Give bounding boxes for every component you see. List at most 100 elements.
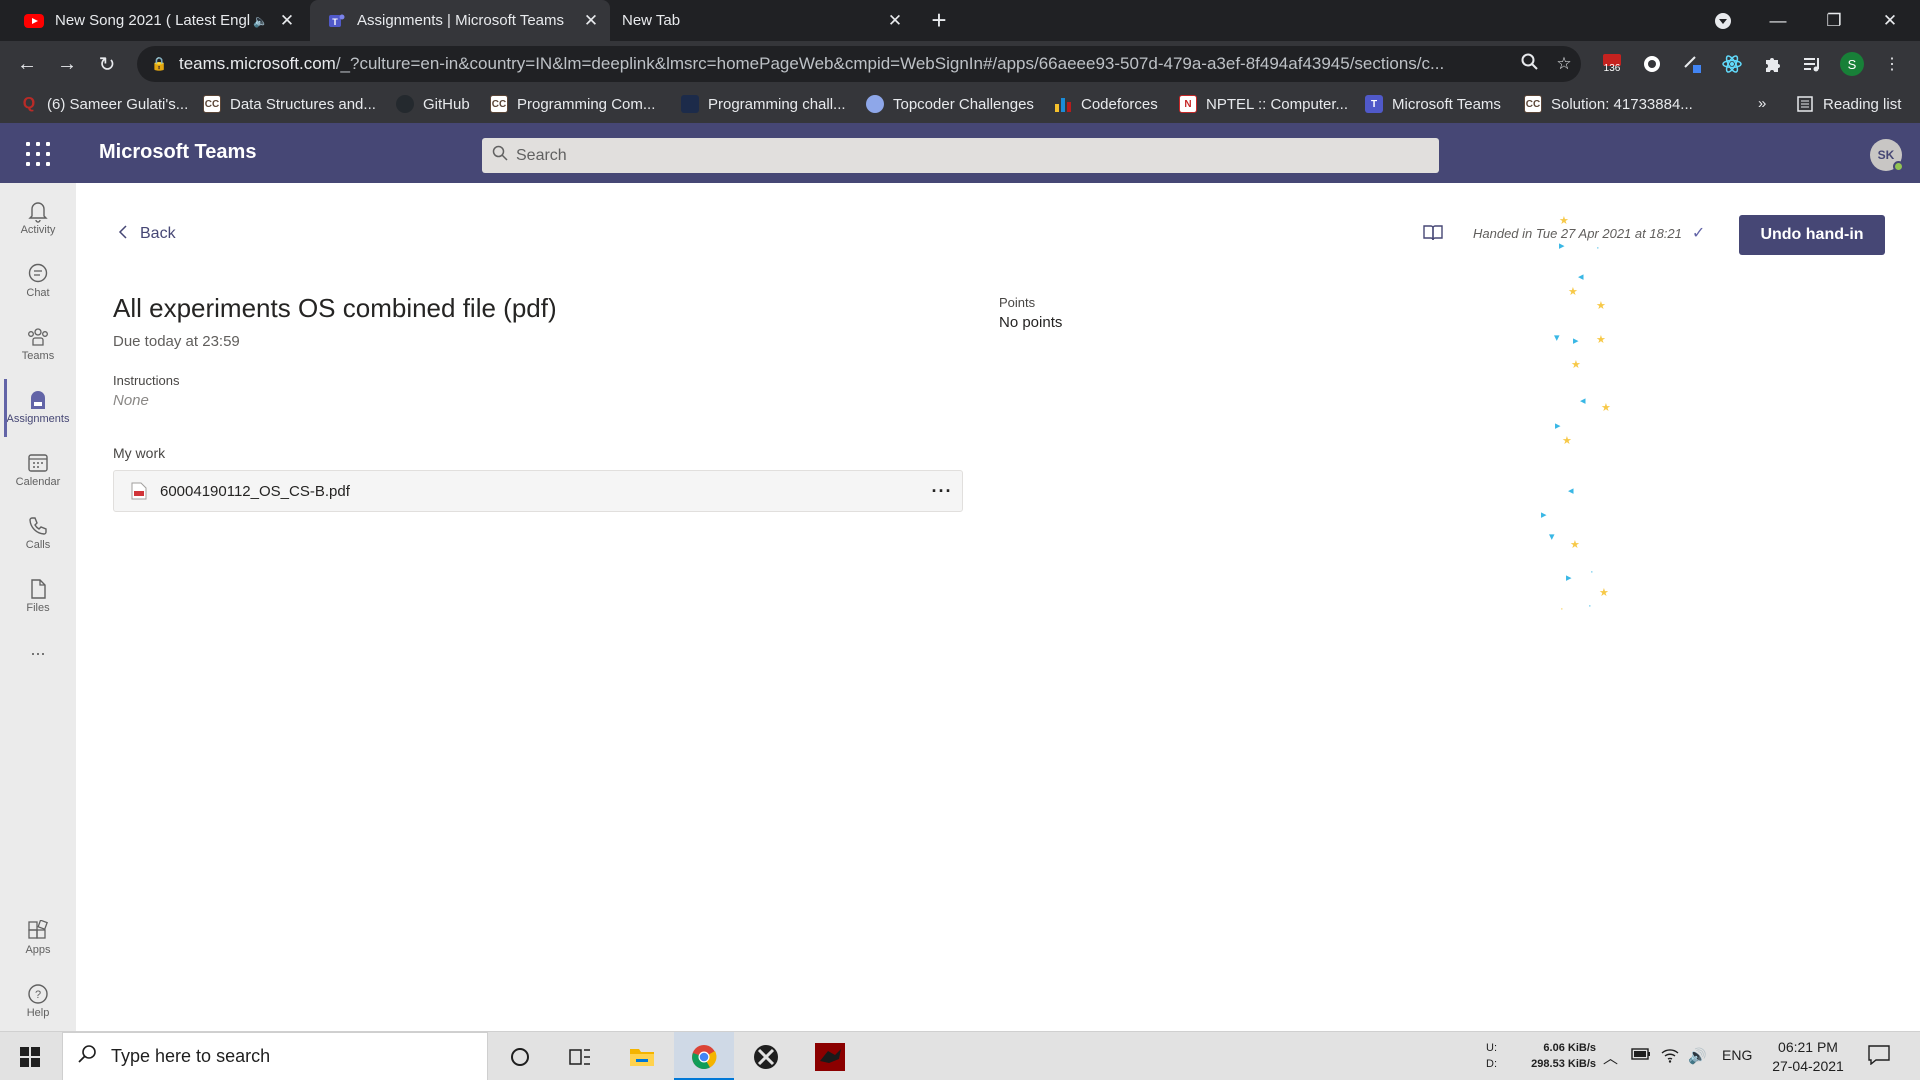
language-indicator[interactable]: ENG [1722, 1047, 1752, 1063]
file-explorer-icon[interactable] [612, 1032, 672, 1080]
chrome-menu-icon[interactable]: ⋮ [1878, 50, 1906, 78]
volume-icon[interactable]: 🔊 [1688, 1047, 1707, 1065]
windows-taskbar: Type here to search U: 6.06 KiB/s D: 298… [0, 1031, 1920, 1080]
bookmark-item[interactable]: Q (6) Sameer Gulati's... [20, 95, 188, 113]
bookmark-item[interactable]: Programming chall... [681, 95, 846, 113]
extension-pen-icon[interactable] [1678, 50, 1706, 78]
forward-arrow-icon[interactable]: → [52, 49, 82, 79]
confetti-piece-icon: ▸ [1541, 509, 1547, 521]
bookmark-item[interactable]: CC Programming Com... [490, 95, 655, 113]
lock-icon[interactable]: 🔒 [151, 56, 167, 72]
rail-item-calendar[interactable]: Calendar [0, 442, 76, 500]
rail-item-assignments[interactable]: Assignments [0, 379, 76, 437]
profile-avatar[interactable]: S [1838, 50, 1866, 78]
new-tab-button[interactable]: + [924, 6, 954, 36]
codechef-icon: CC [203, 95, 221, 113]
tab-title: New Song 2021 ( Latest Engl [55, 12, 251, 29]
restore-button[interactable]: ❐ [1806, 0, 1862, 41]
search-input[interactable] [516, 146, 1439, 165]
extensions-puzzle-icon[interactable] [1758, 50, 1786, 78]
window-close-button[interactable]: ✕ [1862, 0, 1918, 41]
system-clock[interactable]: 06:21 PM 27-04-2021 [1760, 1038, 1856, 1076]
back-button[interactable]: Back [118, 225, 176, 243]
bookmark-item[interactable]: CC Data Structures and... [203, 95, 376, 113]
app-launcher-icon[interactable] [26, 142, 50, 166]
chrome-taskbar-icon[interactable] [674, 1032, 734, 1080]
extension-circle-icon[interactable] [1638, 50, 1666, 78]
zoom-icon[interactable] [1513, 53, 1547, 76]
reading-list-button[interactable]: Reading list [1796, 95, 1901, 113]
bookmark-item[interactable]: Topcoder Challenges [866, 95, 1034, 113]
search-box[interactable] [482, 138, 1439, 173]
hackerrank-icon [681, 95, 699, 113]
rail-item-activity[interactable]: Activity [0, 190, 76, 248]
notification-center-icon[interactable] [1868, 1045, 1890, 1069]
confetti-piece-icon: ▸ [1559, 240, 1565, 252]
game-app-icon[interactable] [800, 1032, 860, 1080]
minimize-button[interactable]: — [1750, 0, 1806, 41]
windows-start-button[interactable] [0, 1032, 60, 1080]
bookmark-item[interactable]: GitHub [396, 95, 470, 113]
tab-teams[interactable]: T Assignments | Microsoft Teams ✕ [310, 0, 610, 41]
github-icon [396, 95, 414, 113]
app-title: Microsoft Teams [99, 141, 257, 163]
assignment-title: All experiments OS combined file (pdf) [113, 293, 557, 323]
rail-item-files[interactable]: Files [0, 568, 76, 626]
media-control-icon[interactable] [1798, 50, 1826, 78]
browser-toolbar: ← → ↻ 🔒 teams.microsoft.com/_?culture=en… [0, 41, 1920, 87]
back-arrow-icon[interactable]: ← [12, 49, 42, 79]
task-view-icon[interactable] [550, 1032, 610, 1080]
confetti-piece-icon: ◂ [1578, 271, 1584, 283]
react-devtools-icon[interactable] [1718, 50, 1746, 78]
app-rail: Activity Chat Teams Assignments Calendar… [0, 183, 76, 1031]
immersive-reader-icon[interactable] [1422, 223, 1444, 245]
confetti-piece-icon: ◂ [1568, 485, 1574, 497]
tab-new-tab[interactable]: New Tab ✕ [614, 0, 914, 41]
backpack-icon [24, 387, 52, 413]
bookmark-star-icon[interactable]: ☆ [1547, 54, 1581, 74]
confetti-piece-icon: · [1590, 566, 1594, 578]
cortana-icon[interactable] [490, 1032, 550, 1080]
rail-item-help[interactable]: ? Help [0, 973, 76, 1031]
bookmarks-overflow-button[interactable]: » [1758, 95, 1766, 112]
rail-item-apps[interactable]: Apps [0, 910, 76, 968]
tab-search-button[interactable] [1695, 0, 1751, 41]
confetti-piece-icon: ▸ [1573, 335, 1579, 347]
chat-icon [24, 261, 52, 287]
rail-more-button[interactable]: ... [0, 631, 76, 689]
wifi-icon[interactable] [1660, 1047, 1680, 1067]
close-tab-icon[interactable]: ✕ [884, 11, 906, 31]
bookmark-item[interactable]: N NPTEL :: Computer... [1179, 95, 1348, 113]
extension-badge-icon[interactable]: 136 [1598, 50, 1626, 78]
bookmark-item[interactable]: T Microsoft Teams [1365, 95, 1501, 113]
taskbar-search-placeholder[interactable]: Type here to search [111, 1046, 270, 1067]
close-tab-icon[interactable]: ✕ [276, 11, 298, 31]
tab-youtube[interactable]: New Song 2021 ( Latest Engl 🔈 ✕ [8, 0, 306, 41]
bookmark-item[interactable]: CC Solution: 41733884... [1524, 95, 1693, 113]
bookmark-item[interactable]: Codeforces [1054, 95, 1158, 113]
search-icon [492, 145, 508, 166]
svg-text:T: T [332, 17, 338, 27]
url-text[interactable]: teams.microsoft.com/_?culture=en-in&coun… [179, 54, 1513, 74]
address-bar[interactable]: 🔒 teams.microsoft.com/_?culture=en-in&co… [137, 46, 1581, 82]
speaker-icon[interactable]: 🔈 [253, 14, 268, 28]
teams-icon: T [326, 11, 346, 31]
attached-file[interactable]: 60004190112_OS_CS-B.pdf ··· [113, 470, 963, 512]
rail-item-calls[interactable]: Calls [0, 505, 76, 563]
calendar-icon [24, 450, 52, 476]
chevron-up-icon[interactable]: ︿ [1603, 1047, 1618, 1068]
confetti-star-icon: ★ [1562, 435, 1572, 447]
close-tab-icon[interactable]: ✕ [580, 11, 602, 31]
rail-item-chat[interactable]: Chat [0, 253, 76, 311]
codeforces-icon [1054, 95, 1072, 113]
more-options-icon[interactable]: ··· [922, 481, 962, 502]
xbox-icon[interactable] [736, 1032, 796, 1080]
rail-item-teams[interactable]: Teams [0, 316, 76, 374]
taskbar-search[interactable]: Type here to search [62, 1032, 488, 1080]
due-date: Due today at 23:59 [113, 333, 240, 350]
reload-icon[interactable]: ↻ [92, 49, 122, 79]
user-avatar[interactable]: SK [1870, 139, 1904, 172]
battery-icon[interactable] [1631, 1047, 1651, 1065]
file-name[interactable]: 60004190112_OS_CS-B.pdf [160, 483, 922, 500]
undo-hand-in-button[interactable]: Undo hand-in [1739, 215, 1885, 255]
